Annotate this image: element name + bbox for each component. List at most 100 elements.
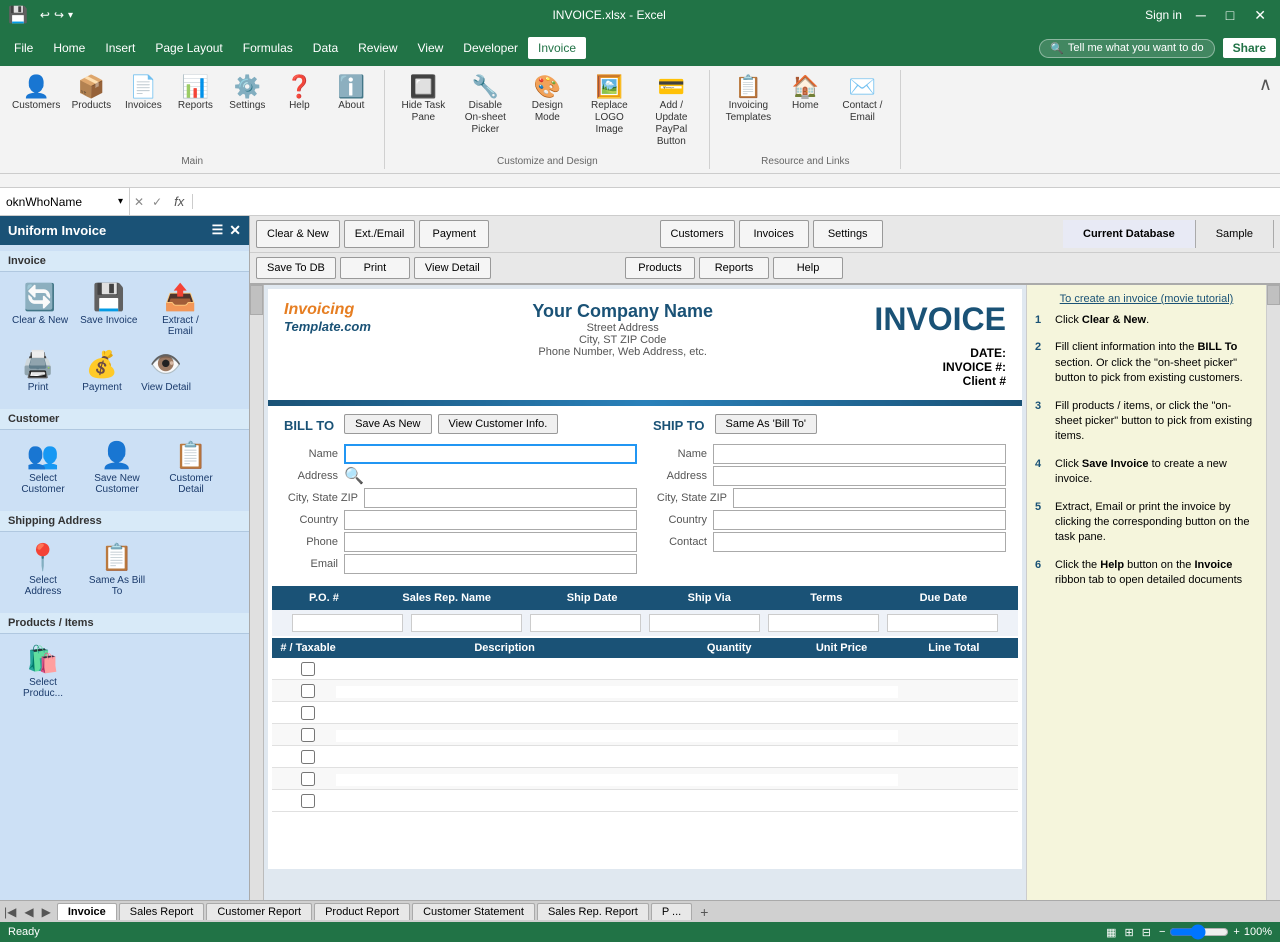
task-pane-close-btn[interactable]: ✕ <box>229 222 241 239</box>
save-as-new-btn[interactable]: Save As New <box>344 414 431 434</box>
item-price-cell[interactable] <box>785 772 897 786</box>
task-pane-menu-btn[interactable]: ☰ <box>212 222 224 239</box>
item-desc-input[interactable] <box>336 774 673 786</box>
menu-view[interactable]: View <box>408 37 454 59</box>
restore-btn[interactable]: □ <box>1220 5 1240 25</box>
tp-extract-email[interactable]: 📤 Extract / Email <box>145 278 215 341</box>
ship-city-input[interactable] <box>733 488 1006 508</box>
due-date-input[interactable] <box>887 614 998 632</box>
page-break-icon[interactable]: ⊟ <box>1142 926 1151 939</box>
item-qty-cell[interactable] <box>673 728 785 742</box>
sheet-tab-4[interactable]: Customer Statement <box>412 903 535 920</box>
item-qty-input[interactable] <box>673 774 785 786</box>
item-taxable-check[interactable] <box>301 750 315 764</box>
sales-rep-input[interactable] <box>411 614 522 632</box>
action-save-db[interactable]: Save To DB <box>256 257 336 279</box>
item-qty-input[interactable] <box>673 686 785 698</box>
tp-same-as-bill[interactable]: 📋 Same As Bill To <box>82 538 152 601</box>
item-price-cell[interactable] <box>785 706 897 720</box>
formula-input[interactable] <box>193 195 1280 209</box>
undo-btn[interactable]: ↩ <box>40 8 50 22</box>
action-view-detail[interactable]: View Detail <box>414 257 491 279</box>
menu-developer[interactable]: Developer <box>453 37 528 59</box>
item-qty-cell[interactable] <box>673 684 785 698</box>
item-price-input[interactable] <box>785 796 897 808</box>
item-desc-cell[interactable] <box>336 706 673 720</box>
item-taxable-check[interactable] <box>301 728 315 742</box>
item-taxable-check[interactable] <box>301 772 315 786</box>
item-price-input[interactable] <box>785 730 897 742</box>
bill-name-input[interactable] <box>344 444 637 464</box>
item-desc-cell[interactable] <box>336 684 673 698</box>
sheet-tab-3[interactable]: Product Report <box>314 903 410 920</box>
normal-view-icon[interactable]: ▦ <box>1106 926 1116 939</box>
item-taxable-check[interactable] <box>301 662 315 676</box>
po-input[interactable] <box>292 614 403 632</box>
item-desc-cell[interactable] <box>336 794 673 808</box>
minimize-btn[interactable]: ─ <box>1190 5 1212 25</box>
scroll-right[interactable] <box>1266 285 1280 900</box>
sheet-nav-next[interactable]: ▶ <box>38 905 55 919</box>
item-price-cell[interactable] <box>785 794 897 808</box>
sheet-tab-6[interactable]: P ... <box>651 903 692 920</box>
item-desc-cell[interactable] <box>336 750 673 764</box>
item-qty-cell[interactable] <box>673 750 785 764</box>
ship-name-input[interactable] <box>713 444 1006 464</box>
ship-via-input[interactable] <box>649 614 760 632</box>
menu-file[interactable]: File <box>4 37 43 59</box>
tp-select-products[interactable]: 🛍️ Select Produc... <box>8 640 78 703</box>
item-desc-cell[interactable] <box>336 772 673 786</box>
item-price-input[interactable] <box>785 686 897 698</box>
item-desc-input[interactable] <box>336 796 673 808</box>
item-price-input[interactable] <box>785 708 897 720</box>
item-qty-input[interactable] <box>673 730 785 742</box>
action-clear-new[interactable]: Clear & New <box>256 220 340 248</box>
menu-home[interactable]: Home <box>43 37 95 59</box>
scroll-left[interactable] <box>250 285 264 900</box>
item-qty-cell[interactable] <box>673 794 785 808</box>
item-desc-input[interactable] <box>336 664 673 676</box>
bill-country-input[interactable] <box>344 510 637 530</box>
tp-select-address[interactable]: 📍 Select Address <box>8 538 78 601</box>
item-qty-input[interactable] <box>673 664 785 676</box>
invoice-scroll[interactable]: Invoicing Template.com Your Company Name… <box>264 285 1026 900</box>
tp-save-invoice[interactable]: 💾 Save Invoice <box>76 278 141 341</box>
ship-contact-input[interactable] <box>713 532 1006 552</box>
item-taxable-check[interactable] <box>301 684 315 698</box>
action-payment[interactable]: Payment <box>419 220 489 248</box>
item-taxable-check[interactable] <box>301 706 315 720</box>
ribbon-btn-reports[interactable]: 📊 Reports <box>170 72 220 116</box>
close-btn[interactable]: ✕ <box>1248 5 1272 26</box>
sheet-tab-0[interactable]: Invoice <box>57 903 117 920</box>
ribbon-btn-replace-logo[interactable]: 🖼️ Replace LOGO Image <box>579 72 639 152</box>
action-reports[interactable]: Reports <box>699 257 769 279</box>
sheet-add-btn[interactable]: + <box>696 904 712 920</box>
ship-address-input[interactable] <box>713 466 1006 486</box>
same-as-bill-btn[interactable]: Same As 'Bill To' <box>715 414 817 434</box>
item-qty-input[interactable] <box>673 708 785 720</box>
view-customer-info-btn[interactable]: View Customer Info. <box>438 414 559 434</box>
sheet-nav-first[interactable]: |◀ <box>0 905 20 919</box>
tp-clear-new[interactable]: 🔄 Clear & New <box>8 278 72 341</box>
item-price-input[interactable] <box>785 774 897 786</box>
ribbon-btn-contact[interactable]: ✉️ Contact / Email <box>832 72 892 128</box>
ribbon-collapse-btn[interactable]: ∧ <box>1251 70 1280 99</box>
menu-data[interactable]: Data <box>303 37 348 59</box>
sheet-tab-2[interactable]: Customer Report <box>206 903 312 920</box>
sheet-tab-5[interactable]: Sales Rep. Report <box>537 903 649 920</box>
tp-save-new-customer[interactable]: 👤 Save New Customer <box>82 436 152 499</box>
action-help[interactable]: Help <box>773 257 843 279</box>
sheet-nav-prev[interactable]: ◀ <box>20 905 37 919</box>
ribbon-btn-invoices[interactable]: 📄 Invoices <box>118 72 168 116</box>
sign-in-btn[interactable]: Sign in <box>1145 8 1182 22</box>
db-tab-current[interactable]: Current Database <box>1063 220 1196 248</box>
zoom-in-btn[interactable]: + <box>1233 926 1239 938</box>
ribbon-btn-products[interactable]: 📦 Products <box>66 72 116 116</box>
item-desc-cell[interactable] <box>336 662 673 676</box>
item-desc-input[interactable] <box>336 752 673 764</box>
name-box[interactable]: oknWhoName ▾ <box>0 188 130 215</box>
item-price-cell[interactable] <box>785 662 897 676</box>
action-print[interactable]: Print <box>340 257 410 279</box>
tp-view-detail[interactable]: 👁️ View Detail <box>136 345 196 397</box>
menu-page-layout[interactable]: Page Layout <box>145 37 232 59</box>
